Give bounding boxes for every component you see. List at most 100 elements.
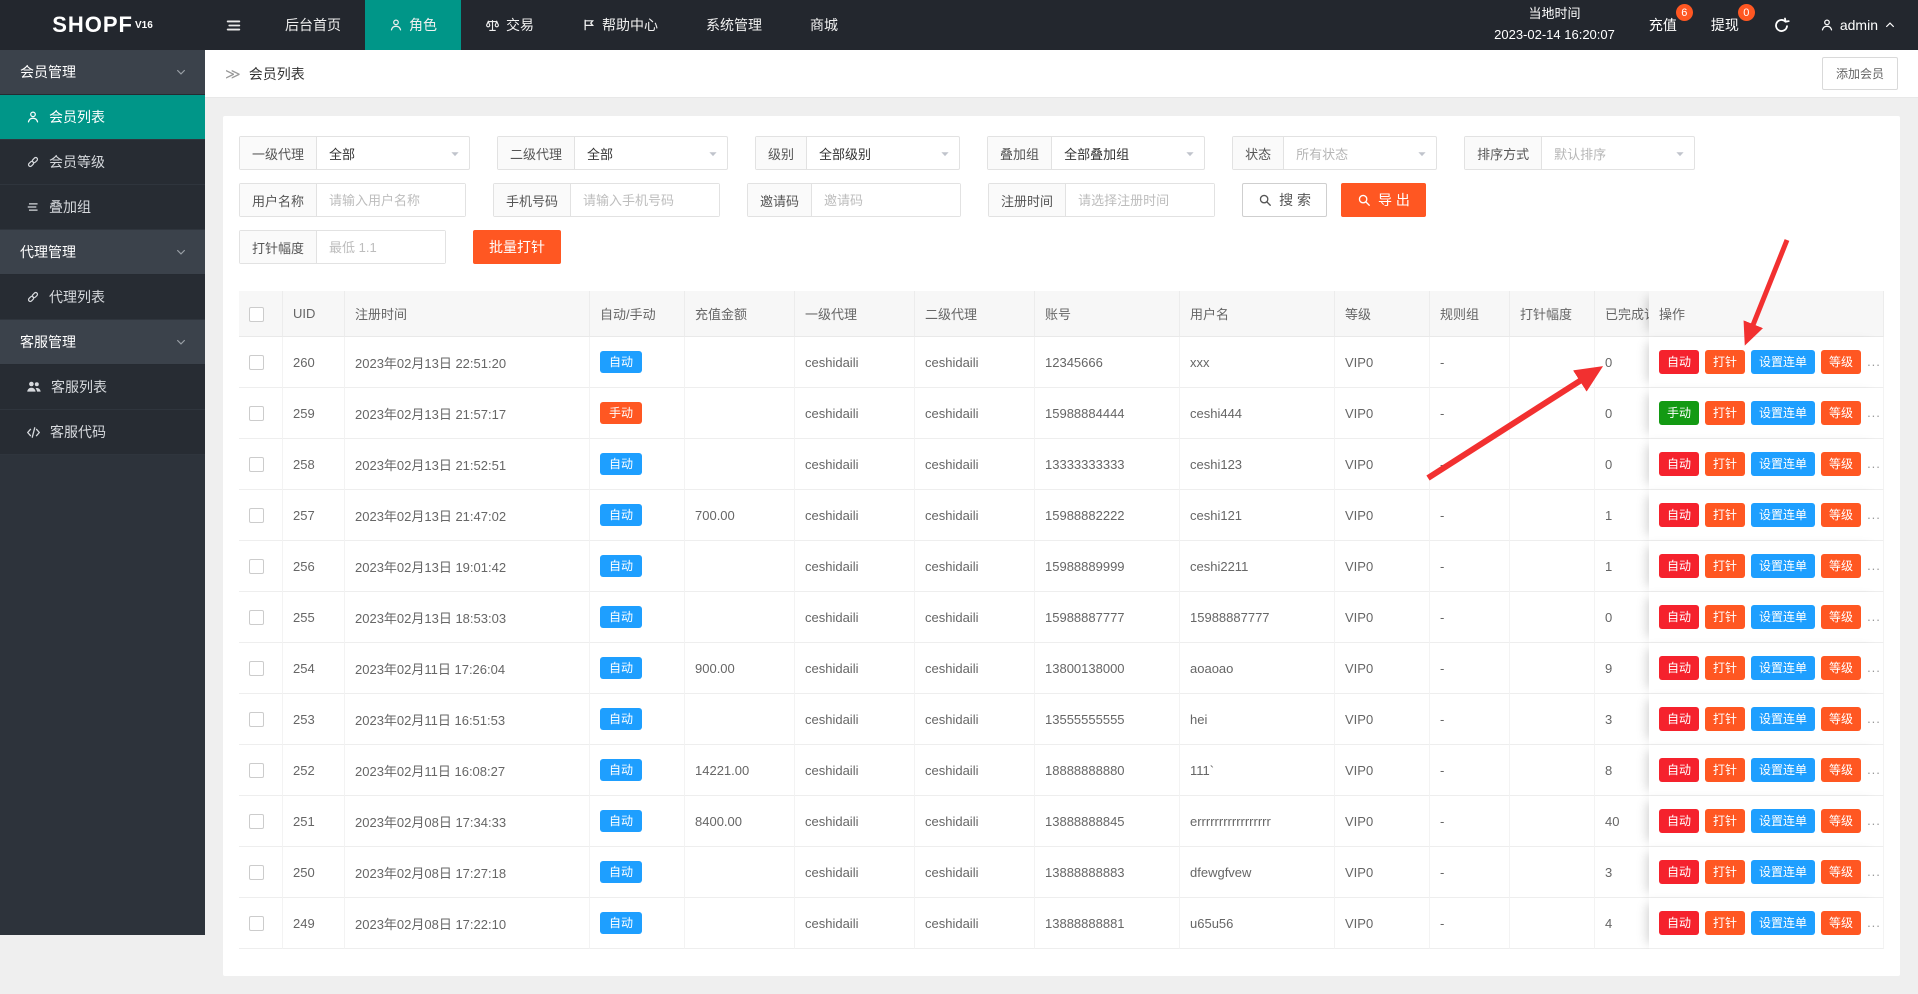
export-button[interactable]: 导 出 bbox=[1341, 183, 1426, 217]
manual-action-button[interactable]: 手动 bbox=[1659, 401, 1699, 425]
row-checkbox[interactable] bbox=[249, 406, 264, 421]
level-action-button[interactable]: 等级 bbox=[1821, 911, 1861, 935]
auto-action-button[interactable]: 自动 bbox=[1659, 911, 1699, 935]
needle-action-button[interactable]: 打针 bbox=[1705, 401, 1745, 425]
select-all-checkbox[interactable] bbox=[249, 307, 264, 322]
chain-order-button[interactable]: 设置连单 bbox=[1751, 554, 1815, 578]
sidebar-group-7[interactable]: 客服管理 bbox=[0, 320, 205, 365]
filter-input-field[interactable] bbox=[1066, 184, 1214, 216]
filter-select-value[interactable]: 所有状态 bbox=[1284, 137, 1436, 169]
level-action-button[interactable]: 等级 bbox=[1821, 656, 1861, 680]
search-button[interactable]: 搜 索 bbox=[1242, 183, 1327, 217]
needle-action-button[interactable]: 打针 bbox=[1705, 758, 1745, 782]
sidebar-item-4[interactable]: 叠加组 bbox=[0, 185, 205, 230]
nav-item-6[interactable]: 商城 bbox=[786, 0, 862, 50]
filter-select-value[interactable]: 默认排序 bbox=[1542, 137, 1694, 169]
more-actions-button[interactable]: ... bbox=[1867, 456, 1881, 471]
row-checkbox[interactable] bbox=[249, 355, 264, 370]
menu-toggle-icon[interactable] bbox=[205, 0, 261, 50]
filter-select-value[interactable]: 全部 bbox=[317, 137, 469, 169]
filter-select-6[interactable]: 排序方式默认排序 bbox=[1464, 136, 1695, 170]
row-checkbox[interactable] bbox=[249, 559, 264, 574]
auto-action-button[interactable]: 自动 bbox=[1659, 707, 1699, 731]
level-action-button[interactable]: 等级 bbox=[1821, 860, 1861, 884]
needle-action-button[interactable]: 打针 bbox=[1705, 707, 1745, 731]
chain-order-button[interactable]: 设置连单 bbox=[1751, 656, 1815, 680]
level-action-button[interactable]: 等级 bbox=[1821, 809, 1861, 833]
member-table-wrap[interactable]: UID注册时间自动/手动充值金额一级代理二级代理账号用户名等级规则组打针幅度已完… bbox=[239, 291, 1884, 949]
chain-order-button[interactable]: 设置连单 bbox=[1751, 452, 1815, 476]
auto-action-button[interactable]: 自动 bbox=[1659, 758, 1699, 782]
recharge-button[interactable]: 充值 6 bbox=[1649, 15, 1677, 35]
auto-action-button[interactable]: 自动 bbox=[1659, 809, 1699, 833]
level-action-button[interactable]: 等级 bbox=[1821, 758, 1861, 782]
auto-action-button[interactable]: 自动 bbox=[1659, 860, 1699, 884]
needle-action-button[interactable]: 打针 bbox=[1705, 503, 1745, 527]
chain-order-button[interactable]: 设置连单 bbox=[1751, 860, 1815, 884]
auto-action-button[interactable]: 自动 bbox=[1659, 452, 1699, 476]
chain-order-button[interactable]: 设置连单 bbox=[1751, 707, 1815, 731]
filter-select-value[interactable]: 全部 bbox=[575, 137, 727, 169]
needle-action-button[interactable]: 打针 bbox=[1705, 605, 1745, 629]
sidebar-group-5[interactable]: 代理管理 bbox=[0, 230, 205, 275]
nav-item-1[interactable]: 后台首页 bbox=[261, 0, 365, 50]
filter-select-value[interactable]: 全部级别 bbox=[807, 137, 959, 169]
filter-select-3[interactable]: 级别全部级别 bbox=[755, 136, 960, 170]
level-action-button[interactable]: 等级 bbox=[1821, 350, 1861, 374]
needle-action-button[interactable]: 打针 bbox=[1705, 554, 1745, 578]
more-actions-button[interactable]: ... bbox=[1867, 405, 1881, 420]
level-action-button[interactable]: 等级 bbox=[1821, 605, 1861, 629]
chain-order-button[interactable]: 设置连单 bbox=[1751, 809, 1815, 833]
sidebar-item-6[interactable]: 代理列表 bbox=[0, 275, 205, 320]
row-checkbox[interactable] bbox=[249, 712, 264, 727]
add-member-button[interactable]: 添加会员 bbox=[1822, 57, 1898, 90]
admin-menu[interactable]: admin bbox=[1820, 17, 1896, 33]
more-actions-button[interactable]: ... bbox=[1867, 558, 1881, 573]
chain-order-button[interactable]: 设置连单 bbox=[1751, 350, 1815, 374]
chain-order-button[interactable]: 设置连单 bbox=[1751, 605, 1815, 629]
row-checkbox[interactable] bbox=[249, 916, 264, 931]
filter-input-field[interactable] bbox=[571, 184, 719, 216]
more-actions-button[interactable]: ... bbox=[1867, 354, 1881, 369]
filter-select-2[interactable]: 二级代理全部 bbox=[497, 136, 728, 170]
row-checkbox[interactable] bbox=[249, 763, 264, 778]
sidebar-group-1[interactable]: 会员管理 bbox=[0, 50, 205, 95]
chain-order-button[interactable]: 设置连单 bbox=[1751, 401, 1815, 425]
filter-input-field[interactable] bbox=[317, 184, 465, 216]
sidebar-item-2[interactable]: 会员列表 bbox=[0, 95, 205, 140]
filter-input-field[interactable] bbox=[812, 184, 960, 216]
more-actions-button[interactable]: ... bbox=[1867, 609, 1881, 624]
filter-select-value[interactable]: 全部叠加组 bbox=[1052, 137, 1204, 169]
auto-action-button[interactable]: 自动 bbox=[1659, 503, 1699, 527]
filter-select-4[interactable]: 叠加组全部叠加组 bbox=[987, 136, 1205, 170]
nav-item-2[interactable]: 角色 bbox=[365, 0, 461, 50]
filter-select-1[interactable]: 一级代理全部 bbox=[239, 136, 470, 170]
more-actions-button[interactable]: ... bbox=[1867, 915, 1881, 930]
chain-order-button[interactable]: 设置连单 bbox=[1751, 911, 1815, 935]
auto-action-button[interactable]: 自动 bbox=[1659, 605, 1699, 629]
auto-action-button[interactable]: 自动 bbox=[1659, 554, 1699, 578]
level-action-button[interactable]: 等级 bbox=[1821, 554, 1861, 578]
batch-needle-button[interactable]: 批量打针 bbox=[473, 230, 561, 264]
row-checkbox[interactable] bbox=[249, 814, 264, 829]
level-action-button[interactable]: 等级 bbox=[1821, 503, 1861, 527]
needle-action-button[interactable]: 打针 bbox=[1705, 809, 1745, 833]
row-checkbox[interactable] bbox=[249, 661, 264, 676]
more-actions-button[interactable]: ... bbox=[1867, 711, 1881, 726]
needle-action-button[interactable]: 打针 bbox=[1705, 350, 1745, 374]
sidebar-item-8[interactable]: 客服列表 bbox=[0, 365, 205, 410]
row-checkbox[interactable] bbox=[249, 610, 264, 625]
nav-item-3[interactable]: 交易 bbox=[461, 0, 558, 50]
level-action-button[interactable]: 等级 bbox=[1821, 707, 1861, 731]
level-action-button[interactable]: 等级 bbox=[1821, 452, 1861, 476]
sidebar-item-9[interactable]: 客服代码 bbox=[0, 410, 205, 455]
withdraw-button[interactable]: 提现 0 bbox=[1711, 15, 1739, 35]
more-actions-button[interactable]: ... bbox=[1867, 660, 1881, 675]
more-actions-button[interactable]: ... bbox=[1867, 762, 1881, 777]
more-actions-button[interactable]: ... bbox=[1867, 813, 1881, 828]
nav-item-4[interactable]: 帮助中心 bbox=[558, 0, 682, 50]
needle-range-field[interactable] bbox=[317, 231, 445, 263]
sidebar-item-3[interactable]: 会员等级 bbox=[0, 140, 205, 185]
chain-order-button[interactable]: 设置连单 bbox=[1751, 758, 1815, 782]
refresh-icon[interactable] bbox=[1773, 17, 1790, 34]
